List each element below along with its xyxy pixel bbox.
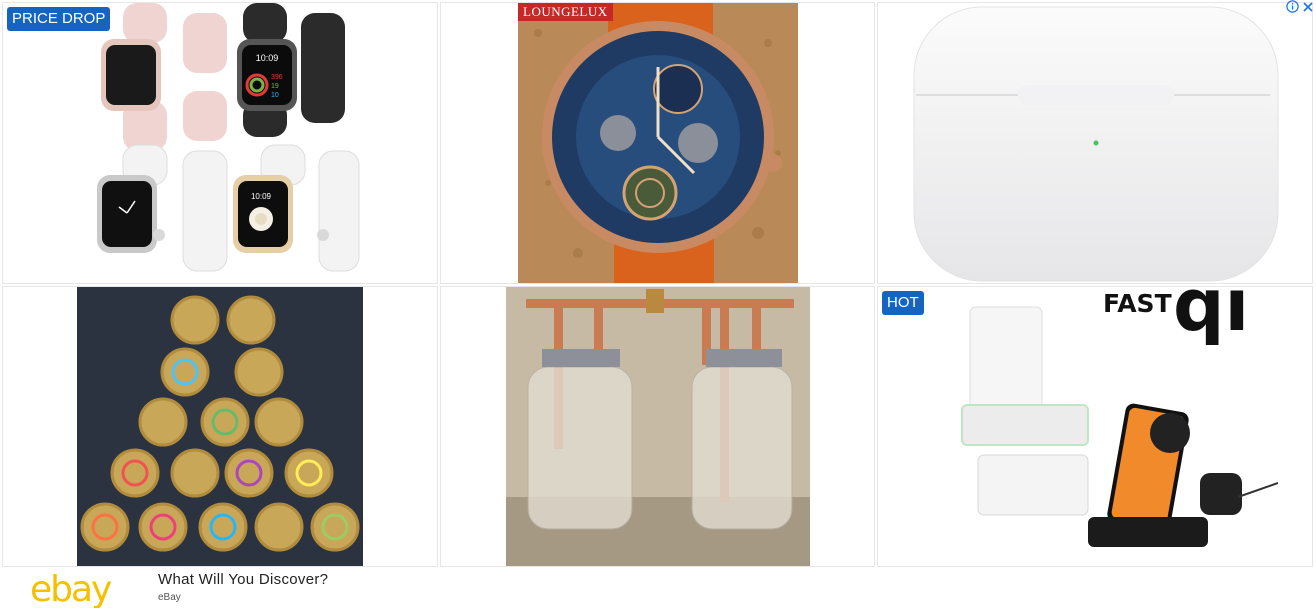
brand-fast: FAST <box>1103 289 1172 318</box>
ebay-logo[interactable]: ebay <box>30 569 122 610</box>
close-icon[interactable] <box>1302 1 1314 16</box>
product-tile-airpods-case[interactable] <box>877 2 1313 284</box>
brand-label: LOUNGELUX <box>518 3 613 21</box>
svg-text:ebay: ebay <box>30 570 112 608</box>
svg-text:10:09: 10:09 <box>256 53 279 63</box>
product-tile-coins[interactable] <box>2 286 438 567</box>
svg-text:19: 19 <box>271 83 279 90</box>
product-image <box>77 287 363 566</box>
product-image: 10:09 396 19 10 10:09 <box>83 3 363 283</box>
product-tile-skeleton-watch[interactable]: LOUNGELUX <box>440 2 875 284</box>
ad-choices[interactable] <box>1286 0 1314 16</box>
svg-text:10: 10 <box>271 92 279 99</box>
price-drop-badge: PRICE DROP <box>7 7 111 31</box>
brand-qi: qi <box>1173 286 1250 347</box>
hot-badge: HOT <box>882 291 924 315</box>
ad-headline[interactable]: What Will You Discover? <box>158 571 328 588</box>
svg-text:396: 396 <box>271 74 283 81</box>
product-image <box>518 3 798 283</box>
product-image <box>506 287 810 566</box>
svg-text:10:09: 10:09 <box>251 192 272 201</box>
product-tile-apple-watches[interactable]: PRICE DROP 10:09 396 19 10 10:09 <box>2 2 438 284</box>
product-tile-wireless-charger[interactable]: HOT FAST qi <box>877 286 1313 567</box>
info-icon[interactable] <box>1286 0 1299 16</box>
ad-source: eBay <box>158 592 181 603</box>
product-tile-copper-jars[interactable] <box>440 286 875 567</box>
product-image <box>908 3 1288 283</box>
